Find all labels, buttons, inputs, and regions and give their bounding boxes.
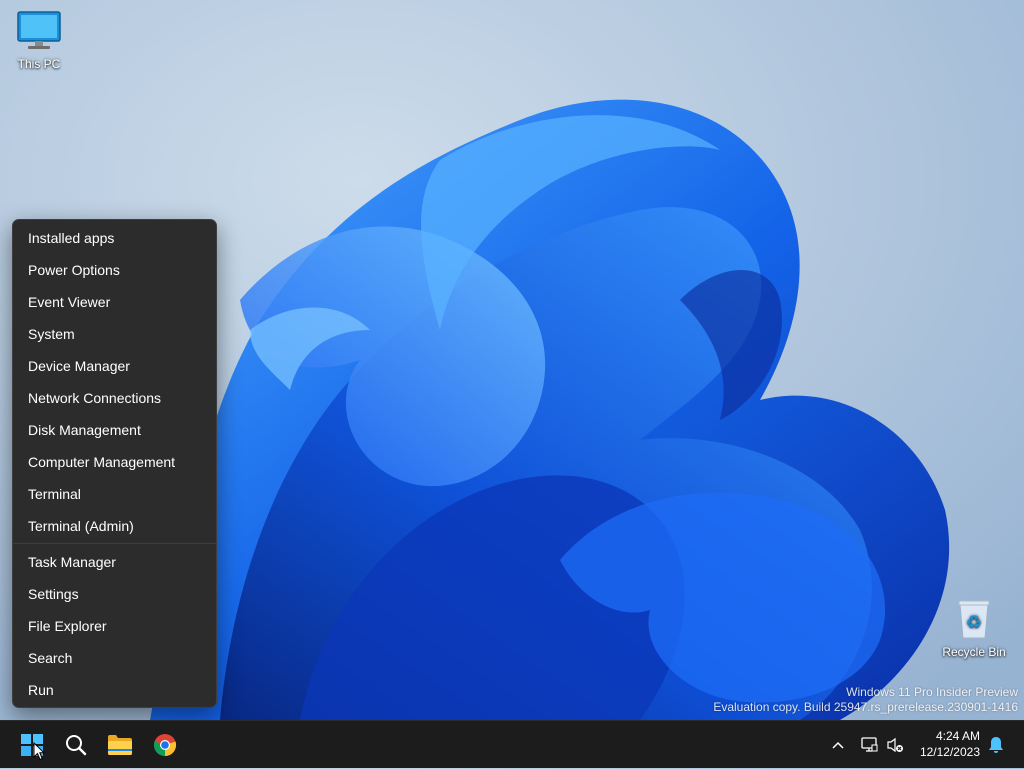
menu-item-system[interactable]: System <box>13 318 216 350</box>
search-icon <box>66 735 87 756</box>
network-icon <box>861 737 878 752</box>
bell-icon <box>989 737 1003 753</box>
desktop-icon-this-pc[interactable]: This PC <box>3 10 75 71</box>
desktop-icon-recycle-bin[interactable]: ♻ Recycle Bin <box>938 598 1010 659</box>
show-hidden-icons-button[interactable] <box>828 721 848 769</box>
menu-item-power-options[interactable]: Power Options <box>13 254 216 286</box>
chrome-button[interactable] <box>145 725 185 765</box>
menu-group-tools: Task Manager Settings File Explorer Sear… <box>13 546 216 706</box>
menu-group-admin: Installed apps Power Options Event Viewe… <box>13 220 216 542</box>
quick-link-menu: Installed apps Power Options Event Viewe… <box>12 219 217 708</box>
menu-item-settings[interactable]: Settings <box>13 578 216 610</box>
chevron-up-icon <box>832 741 844 749</box>
taskbar-clock[interactable]: 4:24 AM 12/12/2023 <box>920 728 980 760</box>
menu-item-event-viewer[interactable]: Event Viewer <box>13 286 216 318</box>
notification-center-button[interactable] <box>986 721 1006 769</box>
menu-item-search[interactable]: Search <box>13 642 216 674</box>
menu-item-terminal[interactable]: Terminal <box>13 478 216 510</box>
menu-separator <box>13 543 216 544</box>
menu-item-installed-apps[interactable]: Installed apps <box>13 222 216 254</box>
svg-text:♻: ♻ <box>966 612 982 633</box>
clock-date: 12/12/2023 <box>919 745 980 759</box>
evaluation-watermark: Windows 11 Pro Insider Preview Evaluatio… <box>713 685 1018 715</box>
watermark-line-1: Windows 11 Pro Insider Preview <box>846 685 1018 699</box>
volume-muted-icon <box>887 737 903 753</box>
monitor-icon <box>17 11 61 49</box>
menu-item-run[interactable]: Run <box>13 674 216 706</box>
menu-item-device-manager[interactable]: Device Manager <box>13 350 216 382</box>
desktop-icon-label: This PC <box>17 57 61 71</box>
menu-item-terminal-admin[interactable]: Terminal (Admin) <box>13 510 216 542</box>
start-button[interactable] <box>12 725 52 765</box>
volume-button[interactable] <box>884 721 906 769</box>
clock-time: 4:24 AM <box>935 729 980 743</box>
menu-item-network-connections[interactable]: Network Connections <box>13 382 216 414</box>
file-explorer-icon <box>108 735 132 755</box>
menu-item-disk-management[interactable]: Disk Management <box>13 414 216 446</box>
chrome-icon <box>153 734 177 757</box>
menu-item-file-explorer[interactable]: File Explorer <box>13 610 216 642</box>
menu-item-computer-management[interactable]: Computer Management <box>13 446 216 478</box>
recycle-bin-icon: ♻ <box>958 600 990 639</box>
menu-item-task-manager[interactable]: Task Manager <box>13 546 216 578</box>
watermark-line-2: Evaluation copy. Build 25947.rs_prerelea… <box>713 700 1018 714</box>
taskbar: 4:24 AM 12/12/2023 <box>0 720 1024 768</box>
taskbar-search-button[interactable] <box>56 725 96 765</box>
network-status-button[interactable] <box>858 721 880 769</box>
file-explorer-button[interactable] <box>100 725 140 765</box>
desktop-icon-label: Recycle Bin <box>942 645 1006 659</box>
mouse-cursor-icon <box>33 742 45 761</box>
